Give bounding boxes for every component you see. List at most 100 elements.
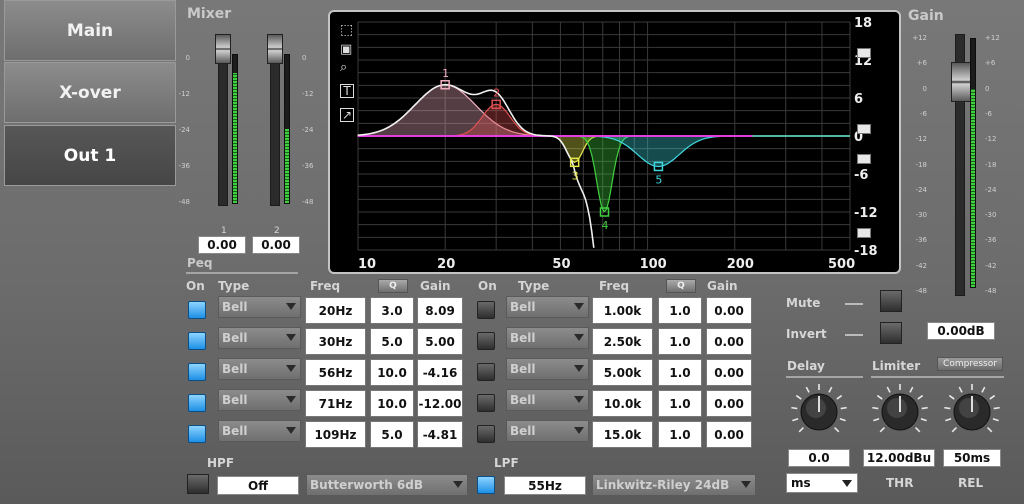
peq-left-freq-1[interactable]: 20Hz [305,297,366,324]
peq-left-gain-4[interactable]: -12.00 [417,390,463,417]
peq-right-type-select-4[interactable]: Bell [506,389,589,411]
peq-right-enable-1[interactable] [477,301,495,319]
dial-tick [993,406,1000,410]
peq-left-q-3[interactable]: 10.0 [370,359,414,386]
limiter-rel-dial[interactable] [942,382,1002,442]
peq-left-freq-3[interactable]: 56Hz [305,359,366,386]
text-icon[interactable]: T [340,84,354,98]
dial-tick [986,426,993,433]
dial-tick [879,426,886,433]
delay-unit-select[interactable]: ms [786,473,858,493]
peq-left-enable-4[interactable] [188,394,206,412]
peq-right-q-2[interactable]: 1.0 [658,328,702,355]
invert-toggle[interactable] [880,322,902,344]
peq-right-freq-1[interactable]: 1.00k [592,297,653,324]
peq-right-freq-4[interactable]: 10.0k [592,390,653,417]
peq-right-enable-3[interactable] [477,363,495,381]
nav-out1-button[interactable]: Out 1 [4,125,176,186]
mixer-ch2-fader-handle[interactable] [267,34,283,64]
hpf-toggle[interactable] [187,474,209,494]
lpf-value[interactable]: 55Hz [504,476,586,495]
peq-left-enable-2[interactable] [188,332,206,350]
peq-right-gain-5[interactable]: 0.00 [706,421,752,448]
peq-left-type-select-5[interactable]: Bell [218,420,301,442]
mixer-ch1-label: 1 [221,226,227,236]
peq-right-type-select-1[interactable]: Bell [506,296,589,318]
eq-graph[interactable]: 1234510 20 50 100 200 500181260-6-12-18 [330,12,899,272]
peq-right-freq-2[interactable]: 2.50k [592,328,653,355]
hpf-filter-select[interactable]: Butterworth 6dB [306,474,468,496]
peq-left-q-2[interactable]: 5.0 [370,328,414,355]
peq-header-freq-right: Freq [599,279,630,293]
dial-tick [917,394,924,400]
mixer-ch1-fader-handle[interactable] [215,34,231,64]
mute-toggle[interactable] [880,290,902,312]
peq-header-type: Type [218,279,250,293]
peq-right-q-1[interactable]: 1.0 [658,297,702,324]
peq-right-gain-1[interactable]: 0.00 [706,297,752,324]
peq-left-gain-2[interactable]: 5.00 [417,328,463,355]
peq-left-q-4[interactable]: 10.0 [370,390,414,417]
gain-scale-down-button[interactable] [857,228,871,238]
peq-right-enable-5[interactable] [477,425,495,443]
peq-right-gain-2[interactable]: 0.00 [706,328,752,355]
peq-left-type-select-1[interactable]: Bell [218,296,301,318]
peq-right-enable-2[interactable] [477,332,495,350]
gain-scale-tick: +12 [912,34,927,42]
hpf-value[interactable]: Off [217,476,299,495]
peq-right-q-3[interactable]: 1.0 [658,359,702,386]
peq-left-gain-5[interactable]: -4.81 [417,421,463,448]
mixer-ch2-value[interactable]: 0.00 [252,236,300,254]
peq-left-freq-2[interactable]: 30Hz [305,328,366,355]
gain-scale-tick: -6 [985,109,992,118]
peq-right-freq-3[interactable]: 5.00k [592,359,653,386]
lpf-toggle[interactable] [477,476,495,494]
peq-right-type-select-5[interactable]: Bell [506,420,589,442]
nav-xover-button[interactable]: X-over [4,62,176,123]
select-icon[interactable]: ⬚ [340,22,353,38]
peq-right-freq-5[interactable]: 15.0k [592,421,653,448]
gain-fader-handle[interactable] [951,62,971,102]
limiter-thr-dial[interactable] [870,382,930,442]
export-icon[interactable]: ↗ [340,108,354,122]
peq-right-q-5[interactable]: 1.0 [658,421,702,448]
delay-value[interactable]: 0.0 [788,449,850,467]
peq-right-enable-4[interactable] [477,394,495,412]
peq-left-enable-3[interactable] [188,363,206,381]
peq-right-q-4[interactable]: 1.0 [658,390,702,417]
peq-left-type-select-2[interactable]: Bell [218,327,301,349]
peq-left-gain-3[interactable]: -4.16 [417,359,463,386]
gain-center-down-button[interactable] [857,154,871,164]
gain-scale-tick: -36 [915,236,927,245]
delay-dial[interactable] [789,382,849,442]
gain-value[interactable]: 0.00dB [927,322,995,340]
mixer-ch1-value[interactable]: 0.00 [198,236,246,254]
peq-left-gain-1[interactable]: 8.09 [417,297,463,324]
peq-right-type-select-3[interactable]: Bell [506,358,589,380]
peq-left-freq-4[interactable]: 71Hz [305,390,366,417]
peq-left-enable-1[interactable] [188,301,206,319]
peq-left-enable-5[interactable] [188,425,206,443]
camera-icon[interactable]: ▣ [340,42,352,57]
limiter-rel-value[interactable]: 50ms [943,449,1001,467]
limiter-title: Limiter [872,359,921,373]
dial-tick [992,418,999,422]
limiter-thr-label: THR [886,476,914,490]
gain-center-up-button[interactable] [857,124,871,134]
peq-left-freq-5[interactable]: 109Hz [305,421,366,448]
lpf-filter-select[interactable]: Linkwitz-Riley 24dB [592,474,756,496]
gain-scale-tick: -18 [915,160,927,169]
peq-right-type-select-2[interactable]: Bell [506,327,589,349]
limiter-thr-value[interactable]: 12.00dBu [863,449,935,467]
peq-left-type-select-4[interactable]: Bell [218,389,301,411]
nav-main-button[interactable]: Main [4,0,176,61]
peq-right-gain-3[interactable]: 0.00 [706,359,752,386]
peq-right-gain-4[interactable]: 0.00 [706,390,752,417]
peq-left-q-5[interactable]: 5.0 [370,421,414,448]
zoom-icon[interactable]: ⌕ [340,60,347,75]
compressor-button[interactable]: Compressor [937,357,1003,371]
peq-left-type-select-3[interactable]: Bell [218,358,301,380]
mute-label: Mute [786,296,821,310]
gain-scale-up-button[interactable] [857,48,871,58]
peq-left-q-1[interactable]: 3.0 [370,297,414,324]
